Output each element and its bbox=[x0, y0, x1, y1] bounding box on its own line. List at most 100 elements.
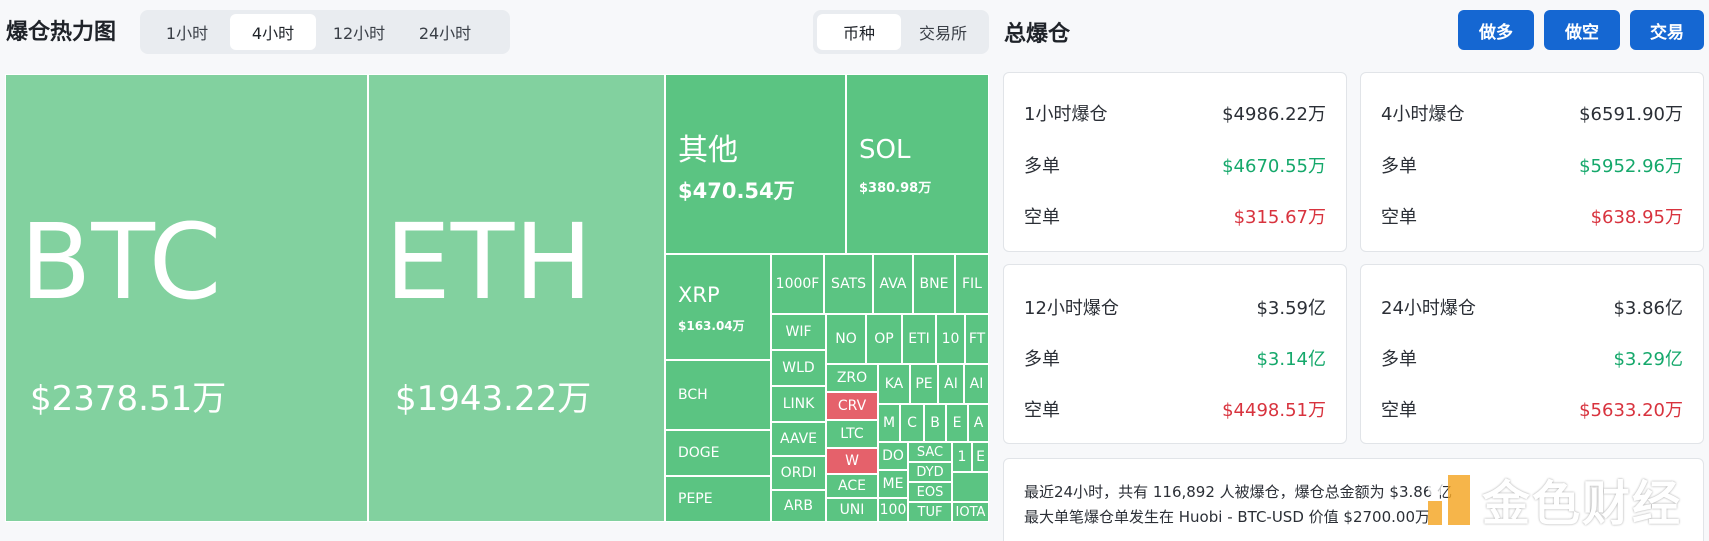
heatmap-cell-aave[interactable]: AAVE bbox=[771, 422, 826, 456]
heatmap-cell-eth[interactable]: ETH $1943.22万 bbox=[368, 74, 665, 522]
heatmap-cell-ltc[interactable]: LTC bbox=[826, 420, 878, 448]
heatmap-cell-ai-2[interactable]: AI bbox=[964, 364, 989, 404]
heatmap-cell-ordi[interactable]: ORDI bbox=[771, 456, 826, 490]
cell-symbol: 其他 bbox=[678, 133, 738, 168]
short-label: 空单 bbox=[1381, 207, 1417, 228]
tab-coin[interactable]: 币种 bbox=[817, 14, 901, 50]
heatmap-cell-wld[interactable]: WLD bbox=[771, 350, 826, 386]
long-value: $3.29亿 bbox=[1613, 349, 1683, 370]
cell-amount: $1943.22万 bbox=[395, 379, 592, 419]
heatmap-cell-fil[interactable]: FIL bbox=[955, 254, 989, 314]
trade-button[interactable]: 交易 bbox=[1630, 10, 1704, 50]
jinse-logo-icon bbox=[1426, 471, 1472, 527]
heatmap-cell-other[interactable]: 其他 $470.54万 bbox=[665, 74, 846, 254]
heatmap-cell-10[interactable]: 10 bbox=[936, 314, 965, 364]
card-total: $6591.90万 bbox=[1579, 104, 1683, 125]
long-label: 多单 bbox=[1024, 349, 1060, 370]
short-label: 空单 bbox=[1024, 207, 1060, 228]
heatmap-cell-m[interactable]: M bbox=[878, 404, 900, 442]
heatmap-cell-ai-1[interactable]: AI bbox=[938, 364, 964, 404]
heatmap-cell-eos[interactable]: EOS bbox=[908, 482, 952, 502]
cell-symbol: SOL bbox=[859, 135, 911, 165]
total-liquidation-title: 总爆仓 bbox=[1004, 22, 1071, 47]
heatmap-cell-ace[interactable]: ACE bbox=[826, 474, 878, 498]
heatmap-cell-xrp[interactable]: XRP $163.04万 bbox=[665, 254, 771, 360]
heatmap-cell-me[interactable]: ME bbox=[878, 470, 908, 498]
heatmap-cell-sats[interactable]: SATS bbox=[824, 254, 873, 314]
card-title: 24小时爆仓 bbox=[1381, 298, 1476, 319]
heatmap-cell-dog[interactable]: DO bbox=[878, 442, 908, 470]
heatmap-cell-pepe[interactable]: PEPE bbox=[665, 476, 771, 522]
heatmap-cell-zro[interactable]: ZRO bbox=[826, 364, 878, 392]
heatmap-cell-turbo[interactable]: TUF bbox=[908, 502, 952, 522]
long-value: $4670.55万 bbox=[1222, 156, 1326, 177]
long-button[interactable]: 做多 bbox=[1458, 10, 1534, 50]
cell-amount: $470.54万 bbox=[678, 179, 795, 203]
heatmap-cell-link[interactable]: LINK bbox=[771, 386, 826, 422]
cell-amount: $2378.51万 bbox=[30, 379, 227, 419]
cell-amount: $380.98万 bbox=[859, 181, 932, 196]
short-value: $5633.20万 bbox=[1579, 400, 1683, 421]
summary-line-2: 最大单笔爆仓单发生在 Huobi - BTC-USD 价值 $2700.00万 bbox=[1024, 508, 1430, 526]
summary-line-1: 最近24小时，共有 116,892 人被爆仓，爆仓总金额为 $3.86 亿 bbox=[1024, 483, 1453, 501]
cell-symbol: ETH bbox=[385, 201, 593, 323]
heatmap-cell-w[interactable]: W bbox=[826, 448, 878, 474]
heatmap-cell-c[interactable]: C bbox=[900, 404, 924, 442]
heatmap-cell-etc[interactable]: ETI bbox=[902, 314, 936, 364]
heatmap-cell-ftm[interactable]: FT bbox=[965, 314, 989, 364]
watermark: 金色财经 bbox=[1426, 464, 1682, 534]
card-4h: 4小时爆仓 $6591.90万 多单 $5952.96万 空单 $638.95万 bbox=[1360, 72, 1704, 252]
heatmap-cell-bch[interactable]: BCH bbox=[665, 360, 771, 430]
tab-4h[interactable]: 4小时 bbox=[230, 14, 316, 50]
long-label: 多单 bbox=[1381, 156, 1417, 177]
heatmap-cell-arb[interactable]: ARB bbox=[771, 490, 826, 522]
heatmap-cell-btc[interactable]: BTC $2378.51万 bbox=[5, 74, 368, 522]
card-12h: 12小时爆仓 $3.59亿 多单 $3.14亿 空单 $4498.51万 bbox=[1003, 264, 1347, 444]
heatmap-cell-not[interactable]: NO bbox=[826, 314, 866, 364]
short-value: $4498.51万 bbox=[1222, 400, 1326, 421]
heatmap-cell-100[interactable]: 100 bbox=[878, 498, 908, 522]
heatmap-cell-wif[interactable]: WIF bbox=[771, 314, 826, 350]
heatmap-cell-crv[interactable]: CRV bbox=[826, 392, 878, 420]
card-total: $3.59亿 bbox=[1256, 298, 1326, 319]
heatmap-cell-b[interactable]: B bbox=[924, 404, 946, 442]
cell-amount: $163.04万 bbox=[678, 319, 745, 333]
tab-exchange[interactable]: 交易所 bbox=[901, 14, 985, 50]
cell-symbol: BTC bbox=[20, 201, 222, 323]
heatmap-cell-misc[interactable] bbox=[952, 472, 989, 502]
card-title: 4小时爆仓 bbox=[1381, 104, 1465, 125]
heatmap-cell-iota[interactable]: IOTA bbox=[952, 502, 989, 522]
heatmap-cell-bnb[interactable]: BNE bbox=[913, 254, 955, 314]
heatmap-cell-sand[interactable]: SAC bbox=[908, 442, 952, 462]
group-by-tabs: 币种 交易所 bbox=[813, 10, 989, 54]
card-total: $4986.22万 bbox=[1222, 104, 1326, 125]
heatmap-cell-pe[interactable]: PE bbox=[910, 364, 938, 404]
heatmap-cell-1000f[interactable]: 1000F bbox=[771, 254, 824, 314]
heatmap-cell-kas[interactable]: KA bbox=[878, 364, 910, 404]
tab-1h[interactable]: 1小时 bbox=[144, 14, 230, 50]
card-title: 1小时爆仓 bbox=[1024, 104, 1108, 125]
heatmap-cell-op[interactable]: OP bbox=[866, 314, 902, 364]
heatmap-cell-sol[interactable]: SOL $380.98万 bbox=[846, 74, 989, 254]
card-title: 12小时爆仓 bbox=[1024, 298, 1119, 319]
long-value: $3.14亿 bbox=[1256, 349, 1326, 370]
long-label: 多单 bbox=[1024, 156, 1060, 177]
heatmap-title: 爆仓热力图 bbox=[6, 20, 117, 45]
long-label: 多单 bbox=[1381, 349, 1417, 370]
tab-12h[interactable]: 12小时 bbox=[316, 14, 402, 50]
card-24h: 24小时爆仓 $3.86亿 多单 $3.29亿 空单 $5633.20万 bbox=[1360, 264, 1704, 444]
short-value: $315.67万 bbox=[1233, 207, 1326, 228]
short-label: 空单 bbox=[1024, 400, 1060, 421]
heatmap-cell-dydx[interactable]: DYD bbox=[908, 462, 952, 482]
card-total: $3.86亿 bbox=[1613, 298, 1683, 319]
heatmap-cell-e[interactable]: E bbox=[946, 404, 968, 442]
heatmap-cell-doge[interactable]: DOGE bbox=[665, 430, 771, 476]
tab-24h[interactable]: 24小时 bbox=[402, 14, 488, 50]
short-button[interactable]: 做空 bbox=[1544, 10, 1620, 50]
heatmap-cell-a[interactable]: A bbox=[968, 404, 989, 442]
heatmap-cell-avax[interactable]: AVA bbox=[873, 254, 913, 314]
heatmap-cell-e2[interactable]: E bbox=[972, 442, 989, 472]
heatmap-cell-uni[interactable]: UNI bbox=[826, 498, 878, 522]
time-range-tabs: 1小时 4小时 12小时 24小时 bbox=[140, 10, 510, 54]
heatmap-cell-1[interactable]: 1 bbox=[952, 442, 972, 472]
